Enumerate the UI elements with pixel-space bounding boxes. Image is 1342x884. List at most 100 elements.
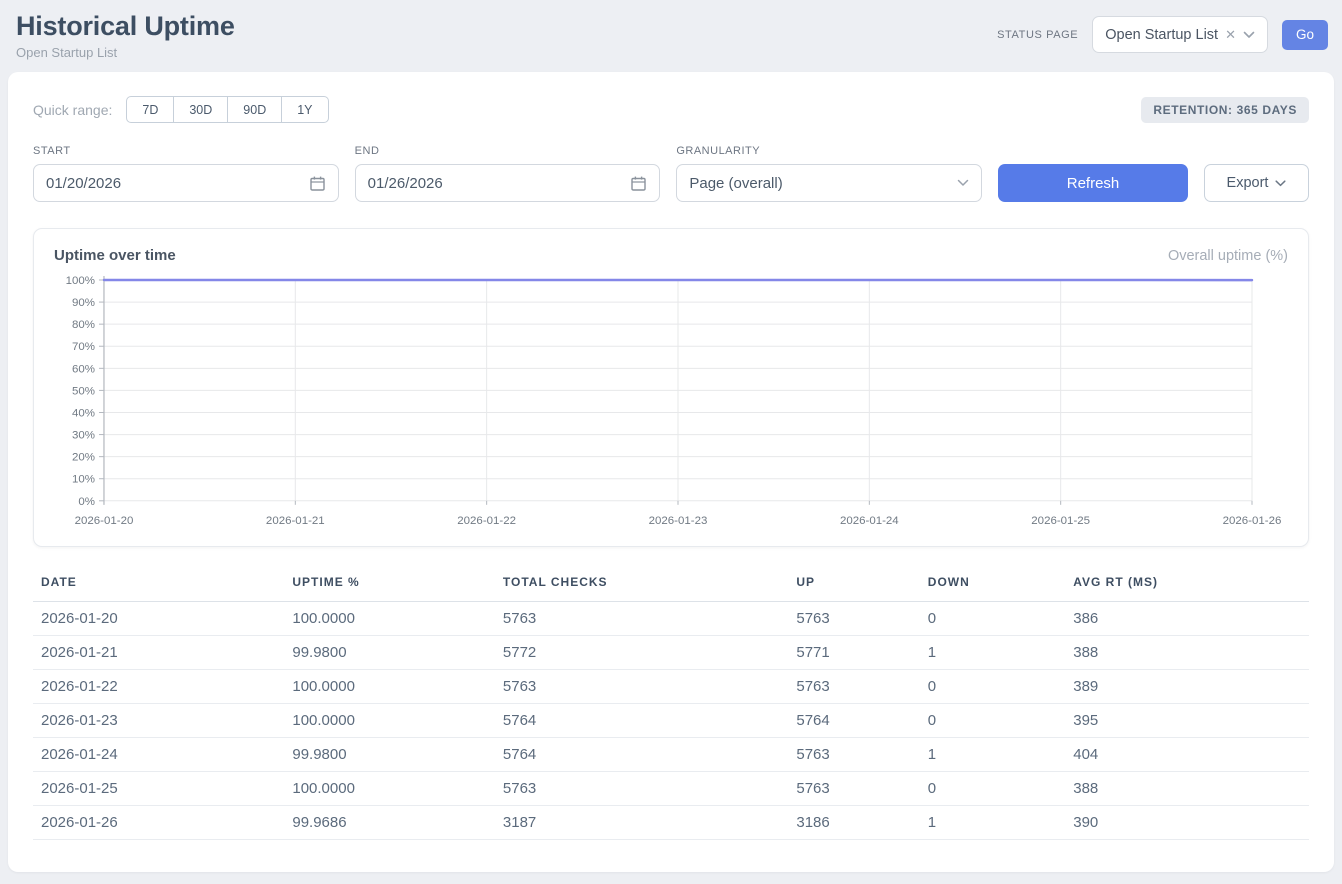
table-cell: 5771: [788, 635, 919, 669]
table-cell: 3187: [495, 805, 788, 839]
quick-range-label: Quick range:: [33, 102, 112, 118]
clear-icon[interactable]: ✕: [1225, 28, 1236, 41]
chevron-down-icon: [1275, 180, 1286, 187]
table-cell: 2026-01-25: [33, 771, 284, 805]
go-button[interactable]: Go: [1282, 20, 1328, 50]
granularity-select[interactable]: Page (overall): [676, 164, 982, 202]
filter-row: START 01/20/2026 END 01/26/2026 GRANULAR…: [33, 145, 1309, 202]
table-cell: 5763: [495, 771, 788, 805]
table-header-cell: AVG RT (MS): [1065, 569, 1309, 602]
table-cell: 5763: [788, 669, 919, 703]
table-cell: 5763: [788, 771, 919, 805]
table-cell: 2026-01-26: [33, 805, 284, 839]
table-cell: 2026-01-21: [33, 635, 284, 669]
table-cell: 3186: [788, 805, 919, 839]
table-cell: 5764: [788, 703, 919, 737]
svg-text:2026-01-25: 2026-01-25: [1031, 515, 1090, 527]
table-row: 2026-01-2499.9800576457631404: [33, 737, 1309, 771]
status-page-select[interactable]: Open Startup List ✕: [1092, 16, 1268, 53]
calendar-icon[interactable]: [309, 175, 326, 192]
table-cell: 100.0000: [284, 601, 495, 635]
end-date-field-wrap: END 01/26/2026: [355, 145, 661, 202]
table-cell: 395: [1065, 703, 1309, 737]
quick-range-30d[interactable]: 30D: [174, 96, 228, 123]
table-cell: 5763: [788, 601, 919, 635]
svg-text:70%: 70%: [72, 341, 95, 353]
chart-title: Uptime over time: [54, 247, 176, 264]
table-cell: 0: [920, 703, 1065, 737]
table-cell: 5763: [495, 601, 788, 635]
table-cell: 2026-01-23: [33, 703, 284, 737]
granularity-value: Page (overall): [689, 175, 782, 192]
table-row: 2026-01-25100.0000576357630388: [33, 771, 1309, 805]
export-button-label: Export: [1227, 175, 1269, 191]
start-date-input[interactable]: 01/20/2026: [33, 164, 339, 202]
end-date-input[interactable]: 01/26/2026: [355, 164, 661, 202]
start-date-value: 01/20/2026: [46, 175, 121, 192]
table-cell: 1: [920, 737, 1065, 771]
refresh-button[interactable]: Refresh: [998, 164, 1188, 202]
quick-range-7d[interactable]: 7D: [126, 96, 174, 123]
svg-text:40%: 40%: [72, 407, 95, 419]
table-cell: 2026-01-24: [33, 737, 284, 771]
table-cell: 0: [920, 601, 1065, 635]
table-cell: 390: [1065, 805, 1309, 839]
svg-text:2026-01-24: 2026-01-24: [840, 515, 899, 527]
table-cell: 5763: [788, 737, 919, 771]
table-cell: 404: [1065, 737, 1309, 771]
table-header-cell: TOTAL CHECKS: [495, 569, 788, 602]
quick-range-1y[interactable]: 1Y: [282, 96, 328, 123]
quick-range-90d[interactable]: 90D: [228, 96, 282, 123]
chart-legend: Overall uptime (%): [1168, 248, 1288, 264]
chevron-down-icon: [1243, 31, 1255, 39]
start-date-field-wrap: START 01/20/2026: [33, 145, 339, 202]
svg-text:20%: 20%: [72, 452, 95, 464]
table-cell: 1: [920, 635, 1065, 669]
table-cell: 5764: [495, 737, 788, 771]
table-header-cell: DOWN: [920, 569, 1065, 602]
svg-text:90%: 90%: [72, 297, 95, 309]
uptime-line-chart: 100%90%80%70%60%50%40%30%20%10%0%2026-01…: [54, 274, 1288, 536]
table-header-cell: UP: [788, 569, 919, 602]
table-cell: 99.9800: [284, 635, 495, 669]
table-cell: 5763: [495, 669, 788, 703]
table-row: 2026-01-23100.0000576457640395: [33, 703, 1309, 737]
table-cell: 386: [1065, 601, 1309, 635]
page-header: Historical Uptime Open Startup List STAT…: [0, 0, 1342, 72]
svg-text:50%: 50%: [72, 385, 95, 397]
table-row: 2026-01-22100.0000576357630389: [33, 669, 1309, 703]
table-cell: 99.9686: [284, 805, 495, 839]
table-cell: 99.9800: [284, 737, 495, 771]
table-header-cell: DATE: [33, 569, 284, 602]
table-cell: 0: [920, 771, 1065, 805]
retention-badge: RETENTION: 365 DAYS: [1141, 97, 1309, 123]
svg-text:30%: 30%: [72, 430, 95, 442]
granularity-field-wrap: GRANULARITY Page (overall): [676, 145, 982, 202]
svg-text:2026-01-22: 2026-01-22: [457, 515, 516, 527]
quick-range-row: Quick range: 7D30D90D1Y RETENTION: 365 D…: [33, 96, 1309, 123]
svg-text:80%: 80%: [72, 319, 95, 331]
header-actions: STATUS PAGE Open Startup List ✕ Go: [997, 16, 1328, 53]
svg-text:10%: 10%: [72, 474, 95, 486]
status-page-label: STATUS PAGE: [997, 29, 1078, 41]
table-cell: 2026-01-20: [33, 601, 284, 635]
table-cell: 0: [920, 669, 1065, 703]
uptime-table-body: 2026-01-20100.00005763576303862026-01-21…: [33, 601, 1309, 839]
chevron-down-icon: [957, 179, 969, 187]
svg-text:100%: 100%: [66, 275, 95, 287]
svg-text:2026-01-26: 2026-01-26: [1223, 515, 1282, 527]
table-row: 2026-01-20100.0000576357630386: [33, 601, 1309, 635]
main-panel: Quick range: 7D30D90D1Y RETENTION: 365 D…: [8, 72, 1334, 872]
calendar-icon[interactable]: [630, 175, 647, 192]
table-row: 2026-01-2699.9686318731861390: [33, 805, 1309, 839]
end-date-label: END: [355, 145, 661, 157]
table-cell: 388: [1065, 635, 1309, 669]
table-cell: 100.0000: [284, 771, 495, 805]
svg-text:2026-01-21: 2026-01-21: [266, 515, 325, 527]
svg-text:2026-01-20: 2026-01-20: [75, 515, 134, 527]
svg-text:0%: 0%: [78, 496, 95, 508]
export-button[interactable]: Export: [1204, 164, 1309, 202]
table-cell: 2026-01-22: [33, 669, 284, 703]
table-row: 2026-01-2199.9800577257711388: [33, 635, 1309, 669]
start-date-label: START: [33, 145, 339, 157]
